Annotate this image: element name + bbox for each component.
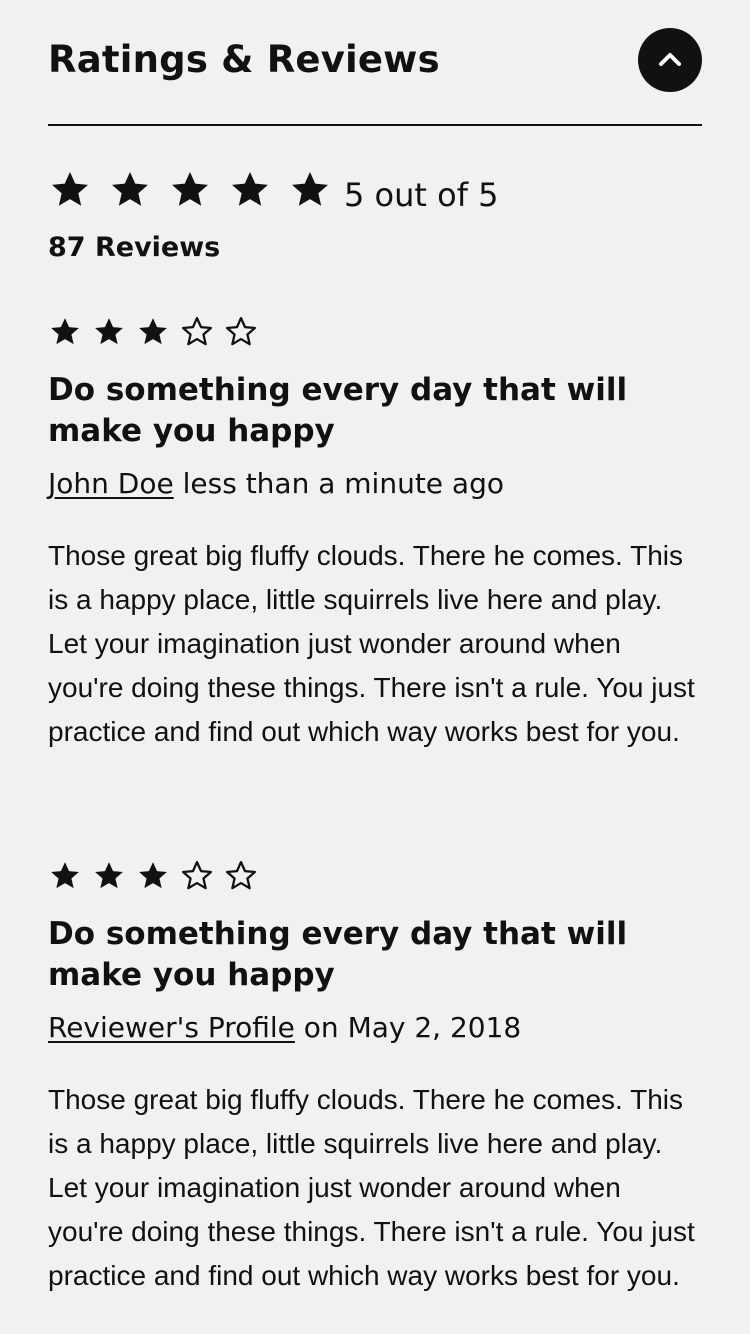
review-date: less than a minute ago bbox=[182, 467, 504, 500]
review-author-link[interactable]: John Doe bbox=[48, 467, 174, 500]
section-title: Ratings & Reviews bbox=[48, 38, 440, 81]
star-filled-icon bbox=[52, 172, 88, 206]
star-filled-icon bbox=[95, 862, 123, 889]
review-item: Do something every day that will make yo… bbox=[48, 858, 702, 1298]
star-outline-icon bbox=[181, 860, 213, 890]
review-body: Those great big fluffy clouds. There he … bbox=[48, 540, 695, 747]
review-item: Do something every day that will make yo… bbox=[48, 314, 702, 754]
rating-summary: 5 out of 5 87 Reviews bbox=[48, 166, 702, 263]
star-filled-icon bbox=[112, 172, 148, 206]
summary-star-rating: 5 out of 5 bbox=[48, 166, 702, 214]
star-filled-icon bbox=[172, 172, 208, 206]
review-meta: Reviewer's Profile on May 2, 2018 bbox=[48, 1008, 702, 1048]
star-filled-icon bbox=[51, 862, 79, 889]
review-title: Do something every day that will make yo… bbox=[48, 372, 628, 449]
review-body: Those great big fluffy clouds. There he … bbox=[48, 1084, 695, 1291]
star-outline-icon bbox=[225, 860, 257, 890]
star-filled-icon bbox=[139, 862, 167, 889]
review-star-rating bbox=[48, 314, 702, 350]
review-star-rating bbox=[48, 858, 702, 894]
star-filled-icon bbox=[139, 318, 167, 345]
section-header: Ratings & Reviews bbox=[48, 0, 702, 126]
star-filled-icon bbox=[232, 172, 268, 206]
ratings-reviews-panel: Ratings & Reviews 5 out of 5 87 Reviews … bbox=[48, 0, 702, 1291]
review-meta: John Doe less than a minute ago bbox=[48, 464, 702, 504]
star-filled-icon bbox=[95, 318, 123, 345]
collapse-button[interactable] bbox=[638, 28, 702, 92]
star-outline-icon bbox=[181, 316, 213, 346]
review-date: on May 2, 2018 bbox=[303, 1011, 522, 1044]
chevron-up-icon bbox=[659, 53, 681, 66]
review-author-link[interactable]: Reviewer's Profile bbox=[48, 1011, 295, 1044]
average-rating-text: 5 out of 5 bbox=[344, 176, 499, 214]
star-filled-icon bbox=[292, 172, 328, 206]
star-outline-icon bbox=[225, 316, 257, 346]
star-filled-icon bbox=[51, 318, 79, 345]
review-count: 87 Reviews bbox=[48, 232, 221, 263]
review-title: Do something every day that will make yo… bbox=[48, 916, 628, 993]
